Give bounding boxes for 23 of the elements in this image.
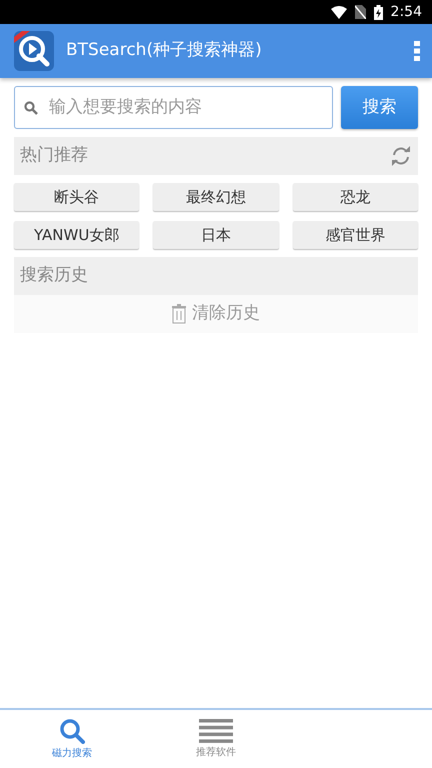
no-sim-icon xyxy=(354,5,366,19)
section-title: 热门推荐 xyxy=(20,144,89,168)
tag-button[interactable]: YANWU女郎 xyxy=(14,221,140,249)
tag-button[interactable]: 最终幻想 xyxy=(153,183,279,211)
nav-tab[interactable]: 磁力搜索 xyxy=(0,710,144,768)
section-title: 搜索历史 xyxy=(20,264,88,288)
tag-button[interactable]: 日本 xyxy=(153,221,279,249)
tag-button[interactable]: 恐龙 xyxy=(292,183,418,211)
overflow-menu-icon[interactable] xyxy=(414,41,420,61)
clock-time: 2:54 xyxy=(390,2,422,22)
search-icon xyxy=(24,101,38,115)
search-field[interactable]: 输入想要搜索的内容 xyxy=(14,86,333,129)
trash-icon xyxy=(172,304,186,324)
app-title: BTSearch(种子搜索神器) xyxy=(66,39,263,62)
refresh-icon[interactable] xyxy=(390,146,412,166)
battery-icon xyxy=(374,4,383,20)
app-logo-icon xyxy=(14,31,54,71)
tag-button[interactable]: 断头谷 xyxy=(14,183,140,211)
list-icon xyxy=(199,718,233,742)
nav-tab[interactable]: 推荐软件 xyxy=(144,710,288,768)
wifi-icon xyxy=(330,6,347,18)
search-icon xyxy=(59,718,85,744)
tag-button[interactable]: 感官世界 xyxy=(292,221,418,249)
